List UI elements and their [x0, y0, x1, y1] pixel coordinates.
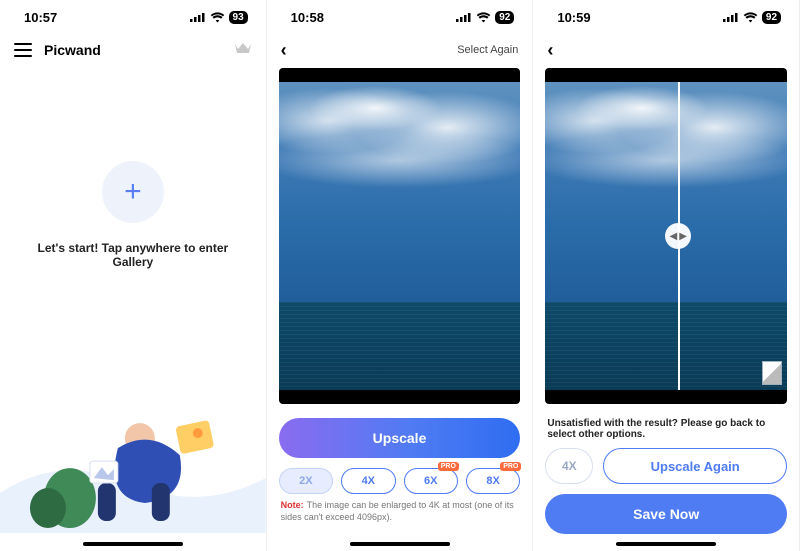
status-icons: 92 [723, 11, 781, 24]
add-image-button[interactable]: + [102, 161, 164, 223]
plus-icon: + [124, 175, 142, 209]
nav-header: ‹ Select Again [267, 34, 533, 66]
upscale-button-label: Upscale [373, 430, 427, 446]
letterbox-bottom [279, 390, 521, 404]
wifi-icon [210, 12, 225, 23]
scale-8x[interactable]: 8XPRO [466, 468, 520, 494]
status-time: 10:57 [24, 10, 57, 25]
preview-sea [279, 302, 521, 390]
scale-4x[interactable]: 4X [341, 468, 395, 494]
cellular-icon [723, 12, 739, 22]
illustration [0, 383, 266, 533]
preview-sky [279, 82, 521, 302]
status-time: 10:58 [291, 10, 324, 25]
status-bar: 10:59 92 [533, 0, 799, 34]
image-preview[interactable] [279, 68, 521, 404]
upscale-again-button[interactable]: Upscale Again [603, 448, 787, 484]
compare-toggle-icon[interactable] [763, 362, 781, 384]
battery-icon: 92 [762, 11, 781, 24]
home-indicator [350, 542, 450, 546]
select-again-button[interactable]: Select Again [457, 44, 518, 56]
chevron-left-icon: ◀ [670, 231, 678, 242]
cellular-icon [456, 12, 472, 22]
app-title: Picwand [44, 42, 101, 58]
battery-icon: 93 [229, 11, 248, 24]
letterbox-bottom [545, 390, 787, 404]
scale-options: 2X 4X 6XPRO 8XPRO [279, 468, 521, 494]
home-indicator [83, 542, 183, 546]
unsatisfied-text: Unsatisfied with the result? Please go b… [547, 418, 785, 440]
status-time: 10:59 [557, 10, 590, 25]
back-button[interactable]: ‹ [547, 40, 553, 61]
compare-handle[interactable]: ◀ ▶ [665, 223, 691, 249]
app-header: Picwand [0, 34, 266, 66]
pro-badge: PRO [438, 462, 459, 471]
selected-scale-indicator[interactable]: 4X [545, 448, 593, 484]
screen-upscale-options: 10:58 92 ‹ Select Again Upscale 2X 4X 6X… [267, 0, 534, 551]
crown-icon[interactable] [234, 41, 252, 60]
compare-preview[interactable]: ◀ ▶ [545, 68, 787, 404]
letterbox-top [545, 68, 787, 82]
status-icons: 93 [190, 11, 248, 24]
status-bar: 10:58 92 [267, 0, 533, 34]
save-now-button[interactable]: Save Now [545, 494, 787, 534]
home-indicator [616, 542, 716, 546]
status-bar: 10:57 93 [0, 0, 266, 34]
scale-2x[interactable]: 2X [279, 468, 333, 494]
scale-6x[interactable]: 6XPRO [404, 468, 458, 494]
letterbox-top [279, 68, 521, 82]
preview-sky [545, 82, 787, 302]
chevron-right-icon: ▶ [679, 231, 687, 242]
menu-icon[interactable] [14, 43, 32, 57]
wifi-icon [476, 12, 491, 23]
screen-home: 10:57 93 Picwand + Let's start! Tap anyw… [0, 0, 267, 551]
start-area[interactable]: + Let's start! Tap anywhere to enter Gal… [0, 161, 266, 269]
upscale-button[interactable]: Upscale [279, 418, 521, 458]
preview-sea [545, 302, 787, 390]
screen-result: 10:59 92 ‹ ◀ ▶ Unsatisfied with the resu… [533, 0, 800, 551]
back-button[interactable]: ‹ [281, 40, 287, 61]
start-caption: Let's start! Tap anywhere to enter Galle… [16, 241, 250, 269]
size-note: Note:The image can be enlarged to 4K at … [281, 500, 519, 523]
battery-icon: 92 [495, 11, 514, 24]
result-actions: 4X Upscale Again [545, 448, 787, 484]
pro-badge: PRO [500, 462, 521, 471]
status-icons: 92 [456, 11, 514, 24]
cellular-icon [190, 12, 206, 22]
nav-header: ‹ [533, 34, 799, 66]
wifi-icon [743, 12, 758, 23]
